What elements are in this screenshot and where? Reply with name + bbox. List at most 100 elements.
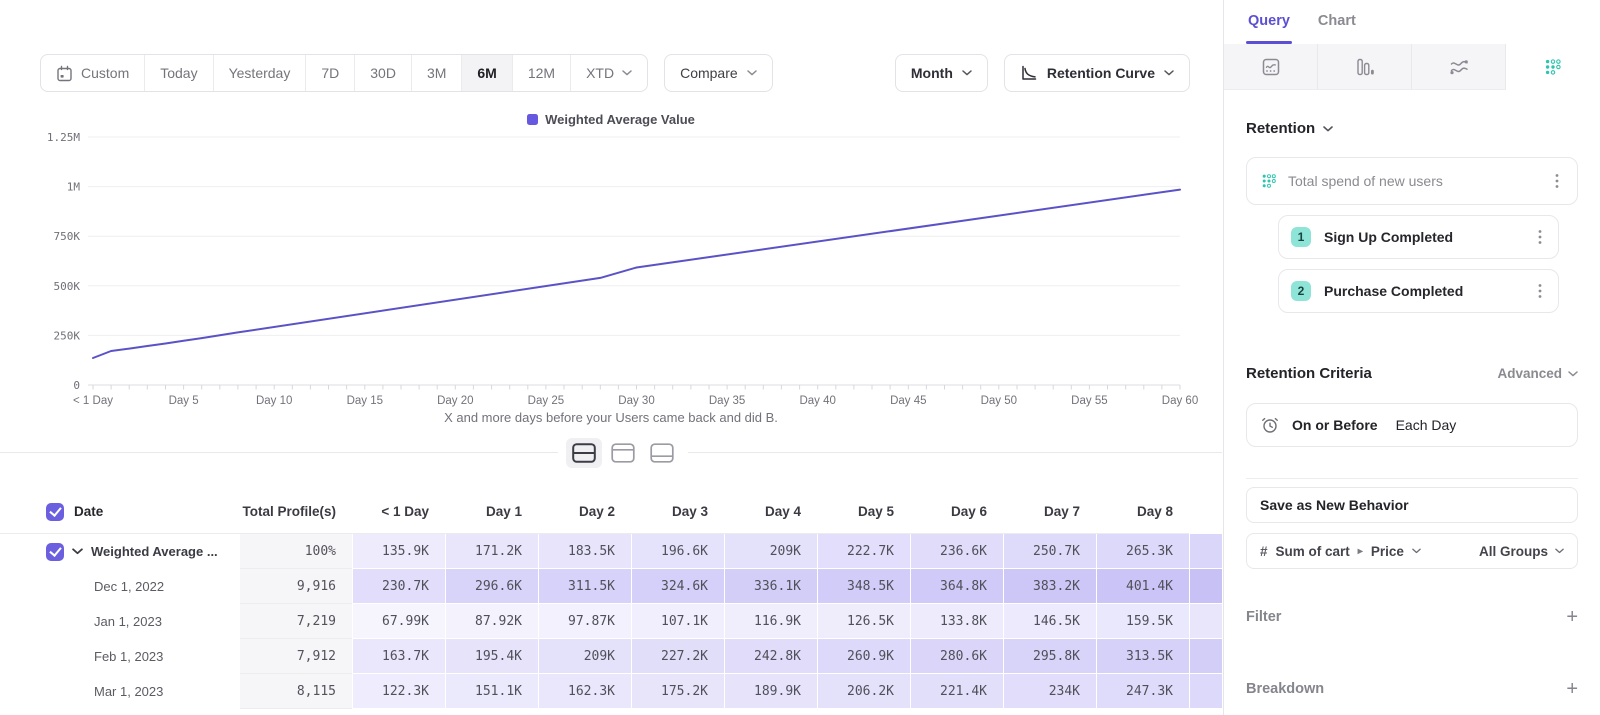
report-main: Custom Today Yesterday7D30D3M6M12MXTD Comp… [0, 0, 1222, 715]
header-cell-day-7[interactable]: Day 7 [1003, 490, 1096, 534]
step-sign-up-completed[interactable]: 1 Sign Up Completed [1278, 215, 1559, 259]
report-type-tabs [1224, 44, 1600, 90]
granularity-button[interactable]: Month [895, 54, 988, 92]
table-row: Jan 1, 20237,21967.99K87.92K97.87K107.1K… [0, 604, 1222, 639]
kebab-menu-icon[interactable] [1551, 169, 1563, 193]
range-3m[interactable]: 3M [412, 55, 462, 91]
add-filter-button[interactable]: + [1566, 607, 1578, 627]
header-cell-day-1[interactable]: Day 1 [445, 490, 538, 534]
number-property-icon: # [1260, 544, 1268, 559]
expand-chevron-icon[interactable] [72, 548, 83, 555]
total-profiles-cell: 7,912 [240, 639, 352, 674]
chart-view-toggle[interactable] [605, 438, 641, 468]
value-cell: 265.3K [1096, 534, 1189, 569]
header-cell-day-5[interactable]: Day 5 [817, 490, 910, 534]
legend-swatch [527, 114, 538, 125]
header-cell-total-profile-s-[interactable]: Total Profile(s) [240, 490, 352, 534]
compare-button[interactable]: Compare [664, 54, 773, 92]
total-profiles-cell: 7,219 [240, 604, 352, 639]
step-purchase-completed[interactable]: 2 Purchase Completed [1278, 269, 1559, 313]
date-range-selector: Custom Today Yesterday7D30D3M6M12MXTD [40, 54, 648, 92]
table-view-toggle[interactable] [644, 438, 680, 468]
column-label: Day 2 [579, 504, 615, 519]
row-label-cell[interactable]: Weighted Average ... [0, 534, 240, 569]
behavior-card[interactable]: Total spend of new users [1246, 157, 1578, 205]
layout-toggle-group [558, 436, 688, 470]
split-view-toggle[interactable] [566, 438, 602, 468]
header-cell--1-day[interactable]: < 1 Day [352, 490, 445, 534]
breadcrumb-arrow-icon: ▸ [1358, 546, 1363, 557]
add-breakdown-button[interactable]: + [1566, 679, 1578, 699]
kebab-menu-icon[interactable] [1534, 279, 1546, 303]
range-xtd[interactable]: XTD [571, 55, 647, 91]
header-cell-day-2[interactable]: Day 2 [538, 490, 631, 534]
value-cell: 87.92K [445, 604, 538, 639]
total-profiles-cell: 100% [240, 534, 352, 569]
range-custom[interactable]: Custom [41, 55, 145, 91]
header-cell-date[interactable]: Date [0, 490, 240, 534]
svg-text:Day 60: Day 60 [1162, 395, 1198, 407]
value-cell: 116.9K [724, 604, 817, 639]
header-cell-day-3[interactable]: Day 3 [631, 490, 724, 534]
groups-dropdown[interactable]: All Groups [1479, 544, 1564, 559]
value-cell: 227.2K [631, 639, 724, 674]
granularity-label: Month [911, 65, 953, 81]
split-view-icon [572, 443, 596, 463]
header-cell-day-4[interactable]: Day 4 [724, 490, 817, 534]
range-label: Today [160, 65, 197, 81]
value-cell: 311.5K [538, 569, 631, 604]
kebab-menu-icon[interactable] [1534, 225, 1546, 249]
header-cell-day-8[interactable]: Day 8 [1096, 490, 1189, 534]
behavior-name: Total spend of new users [1288, 173, 1443, 189]
chevron-down-icon [1555, 548, 1564, 554]
range-yesterday[interactable]: Yesterday [214, 55, 307, 91]
range-6m[interactable]: 6M [462, 55, 512, 91]
tab-query[interactable]: Query [1248, 13, 1290, 44]
chevron-down-icon [1568, 371, 1578, 377]
report-section-dropdown[interactable]: Retention [1246, 120, 1578, 137]
save-as-new-behavior-button[interactable]: Save as New Behavior [1246, 487, 1578, 523]
header-cell-day-6[interactable]: Day 6 [910, 490, 1003, 534]
row-label-cell[interactable]: Dec 1, 2022 [0, 569, 240, 604]
row-label-cell[interactable]: Jan 1, 2023 [0, 604, 240, 639]
tab-chart[interactable]: Chart [1318, 13, 1356, 44]
report-toolbar: Custom Today Yesterday7D30D3M6M12MXTD Comp… [40, 54, 1190, 92]
svg-text:1M: 1M [67, 181, 81, 194]
chart-caption: X and more days before your Users came b… [0, 410, 1222, 425]
tab-retention[interactable] [1506, 44, 1600, 90]
chart-type-button[interactable]: Retention Curve [1004, 54, 1190, 92]
retention-criteria-header: Retention Criteria Advanced [1246, 365, 1578, 382]
row-checkbox[interactable] [46, 543, 64, 561]
row-label: Weighted Average ... [91, 544, 218, 559]
select-all-checkbox[interactable] [46, 503, 64, 521]
criteria-card[interactable]: On or Before Each Day [1246, 403, 1578, 447]
range-7d[interactable]: 7D [306, 55, 355, 91]
chevron-down-icon [962, 70, 972, 76]
value-cell: 336.1K [724, 569, 817, 604]
row-label-cell[interactable]: Feb 1, 2023 [0, 639, 240, 674]
range-12m[interactable]: 12M [513, 55, 571, 91]
value-cell: 295.8K [1003, 639, 1096, 674]
metric-selector[interactable]: # Sum of cart ▸ Price All Groups [1246, 533, 1578, 569]
advanced-dropdown[interactable]: Advanced [1497, 366, 1578, 381]
chart-view-icon [611, 443, 635, 463]
value-cell: 401.4K [1096, 569, 1189, 604]
tab-insights[interactable] [1224, 44, 1318, 90]
column-label: Day 5 [858, 504, 894, 519]
svg-text:1.25M: 1.25M [47, 131, 80, 144]
range-today[interactable]: Today [145, 55, 213, 91]
row-label-cell[interactable]: Mar 1, 2023 [0, 674, 240, 709]
column-label: Day 6 [951, 504, 987, 519]
tab-funnels[interactable] [1318, 44, 1412, 90]
value-cell: 183.5K [538, 534, 631, 569]
svg-text:< 1 Day: < 1 Day [73, 395, 113, 407]
value-cell: 260.9K [817, 639, 910, 674]
row-label: Feb 1, 2023 [94, 649, 163, 664]
column-label: Day 8 [1137, 504, 1173, 519]
range-30d[interactable]: 30D [355, 55, 412, 91]
table-view-icon [650, 443, 674, 463]
value-cell: 171.2K [445, 534, 538, 569]
value-cell: 324.6K [631, 569, 724, 604]
tab-flows[interactable] [1412, 44, 1506, 90]
svg-text:Day 30: Day 30 [618, 395, 654, 407]
